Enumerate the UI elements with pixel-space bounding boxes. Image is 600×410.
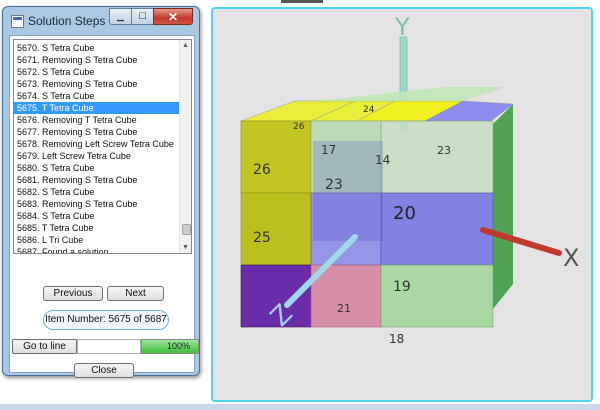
window-title: Solution Steps bbox=[28, 14, 106, 28]
progress-text: 100% bbox=[166, 341, 190, 351]
list-item[interactable]: 5670. S Tetra Cube bbox=[14, 42, 179, 54]
cube-label-20: 20 bbox=[393, 203, 416, 224]
list-item[interactable]: 5676. Removing T Tetra Cube bbox=[14, 114, 179, 126]
cube-18-front bbox=[380, 264, 494, 328]
previous-button[interactable]: Previous bbox=[43, 286, 103, 301]
go-to-line-button[interactable]: Go to line bbox=[12, 339, 77, 354]
title-bar[interactable]: Solution Steps ▁ ☐ ✕ bbox=[3, 7, 199, 35]
y-axis-label: Y bbox=[394, 13, 410, 41]
caption-buttons: ▁ ☐ ✕ bbox=[109, 8, 193, 26]
progress-bar: 100% bbox=[141, 339, 199, 354]
x-axis-label: X bbox=[563, 244, 579, 272]
list-item[interactable]: 5685. T Tetra Cube bbox=[14, 222, 179, 234]
cube-25-front bbox=[240, 192, 312, 266]
list-item[interactable]: 5680. S Tetra Cube bbox=[14, 162, 179, 174]
scroll-down-arrow-icon[interactable]: ▼ bbox=[180, 242, 191, 253]
cube-label-17: 17 bbox=[321, 143, 336, 157]
list-item[interactable]: 5673. Removing S Tetra Cube bbox=[14, 78, 179, 90]
list-item[interactable]: 5681. Removing S Tetra Cube bbox=[14, 174, 179, 186]
cube-label-25: 25 bbox=[253, 230, 271, 246]
cube-label-top-24: 24 bbox=[363, 105, 375, 115]
list-item[interactable]: 5678. Removing Left Screw Tetra Cube bbox=[14, 138, 179, 150]
list-scrollbar[interactable]: ▲ ▼ bbox=[179, 40, 191, 253]
list-item[interactable]: 5675. T Tetra Cube bbox=[14, 102, 179, 114]
cube-label-top-23: 23 bbox=[437, 144, 451, 157]
scroll-up-arrow-icon[interactable]: ▲ bbox=[180, 40, 191, 51]
scroll-thumb[interactable] bbox=[182, 224, 191, 235]
list-item[interactable]: 5682. S Tetra Cube bbox=[14, 186, 179, 198]
list-item[interactable]: 5679. Left Screw Tetra Cube bbox=[14, 150, 179, 162]
close-button[interactable]: Close bbox=[74, 363, 134, 378]
cube-label-top-26: 26 bbox=[293, 122, 305, 132]
cube-label-18: 18 bbox=[389, 332, 404, 346]
cube-label-23: 23 bbox=[325, 177, 343, 193]
solution-steps-window: Solution Steps ▁ ☐ ✕ 5670. S Tetra Cube 5… bbox=[2, 6, 200, 378]
list-item[interactable]: 5686. L Tri Cube bbox=[14, 234, 179, 246]
list-item[interactable]: 5684. S Tetra Cube bbox=[14, 210, 179, 222]
cube-label-14: 14 bbox=[375, 153, 390, 167]
cube-right-green-face bbox=[493, 104, 513, 309]
steps-listbox[interactable]: 5670. S Tetra Cube 5671. Removing S Tetra… bbox=[13, 39, 192, 254]
3d-viewport[interactable]: Y X Z 26 25 23 20 19 21 18 17 14 26 24 2… bbox=[211, 7, 593, 402]
list-item[interactable]: 5683. Removing S Tetra Cube bbox=[14, 198, 179, 210]
close-icon: ✕ bbox=[167, 9, 179, 24]
cube-scene: Y X Z 26 25 23 20 19 21 18 17 14 26 24 2… bbox=[240, 13, 579, 346]
window-client-area: 5670. S Tetra Cube 5671. Removing S Tetra… bbox=[9, 35, 199, 378]
item-number-display: Item Number: 5675 of 5687 bbox=[43, 310, 169, 330]
next-button[interactable]: Next bbox=[107, 286, 164, 301]
app-window-icon bbox=[11, 15, 24, 28]
maximize-button[interactable]: ☐ bbox=[131, 8, 153, 25]
top-face-green-back bbox=[317, 87, 505, 101]
steps-list: 5670. S Tetra Cube 5671. Removing S Tetra… bbox=[14, 42, 179, 253]
top-edge-fragment bbox=[281, 0, 323, 3]
minimize-icon: ▁ bbox=[117, 11, 124, 21]
list-item[interactable]: 5677. Removing S Tetra Cube bbox=[14, 126, 179, 138]
maximize-icon: ☐ bbox=[138, 11, 147, 21]
taskbar-edge bbox=[0, 404, 600, 410]
cube-14-front bbox=[380, 120, 494, 194]
close-window-button[interactable]: ✕ bbox=[153, 8, 193, 25]
minimize-button[interactable]: ▁ bbox=[109, 8, 131, 25]
list-item[interactable]: 5671. Removing S Tetra Cube bbox=[14, 54, 179, 66]
cube-label-21: 21 bbox=[337, 302, 351, 315]
list-item[interactable]: 5674. S Tetra Cube bbox=[14, 90, 179, 102]
cube-label-26: 26 bbox=[253, 162, 271, 178]
list-item[interactable]: 5687. Found a solution bbox=[14, 246, 179, 253]
list-item[interactable]: 5672. S Tetra Cube bbox=[14, 66, 179, 78]
cube-label-19: 19 bbox=[393, 279, 411, 295]
go-to-line-input[interactable] bbox=[77, 339, 141, 354]
